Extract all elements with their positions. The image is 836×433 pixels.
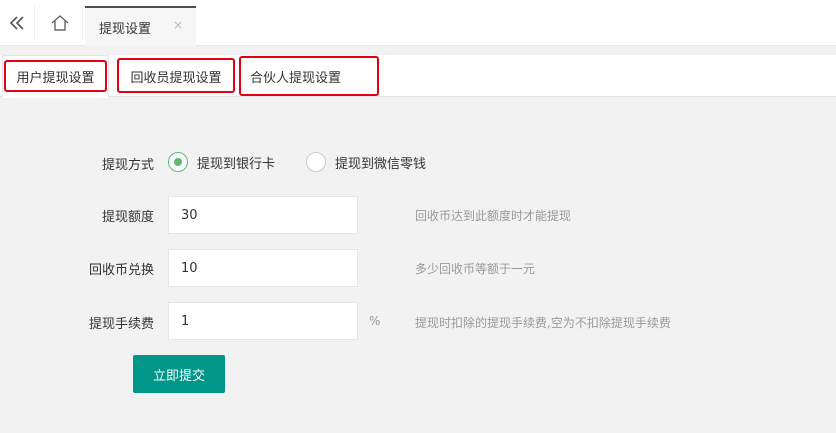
close-icon[interactable]: × [173, 18, 183, 32]
tab-collector-withdraw[interactable]: 回收员提现设置 [117, 55, 235, 97]
tab-partner-withdraw[interactable]: 合伙人提现设置 [240, 55, 378, 97]
tab-user-withdraw[interactable]: 用户提现设置 [2, 55, 109, 98]
radio-wechat-change[interactable]: 提现到微信零钱 [306, 152, 426, 172]
fee-label: 提现手续费 [88, 317, 154, 332]
radio-unchecked-icon [306, 152, 326, 172]
submit-button[interactable]: 立即提交 [133, 355, 225, 393]
radio-bank-card[interactable]: 提现到银行卡 [168, 152, 275, 172]
radio-checked-icon [168, 152, 188, 172]
method-label: 提现方式 [101, 158, 154, 173]
fee-input[interactable] [168, 302, 358, 340]
exchange-input[interactable] [168, 249, 358, 287]
content-area: 用户提现设置 回收员提现设置 合伙人提现设置 [0, 55, 836, 433]
exchange-label: 回收币兑换 [88, 263, 154, 278]
tab-label: 用户提现设置 [16, 71, 95, 86]
fee-unit: % [369, 314, 381, 328]
exchange-hint: 多少回收币等额于一元 [415, 262, 536, 276]
page-tab[interactable]: 提现设置 × [85, 6, 196, 46]
amount-hint: 回收币达到此额度时才能提现 [415, 209, 572, 223]
top-bar: 提现设置 × [0, 0, 836, 46]
home-icon[interactable] [37, 6, 83, 40]
amount-label: 提现额度 [101, 210, 154, 225]
radio-label: 提现到银行卡 [197, 156, 276, 172]
radio-label: 提现到微信零钱 [335, 156, 427, 172]
tab-label: 合伙人提现设置 [250, 70, 342, 86]
fee-hint: 提现时扣除的提现手续费,空为不扣除提现手续费 [415, 316, 671, 330]
double-chevron-left-icon[interactable] [0, 6, 35, 40]
page-tab-label: 提现设置 [99, 22, 152, 37]
tab-bar: 用户提现设置 回收员提现设置 合伙人提现设置 [0, 55, 836, 98]
amount-input[interactable] [168, 196, 358, 234]
tab-label: 回收员提现设置 [130, 70, 222, 86]
